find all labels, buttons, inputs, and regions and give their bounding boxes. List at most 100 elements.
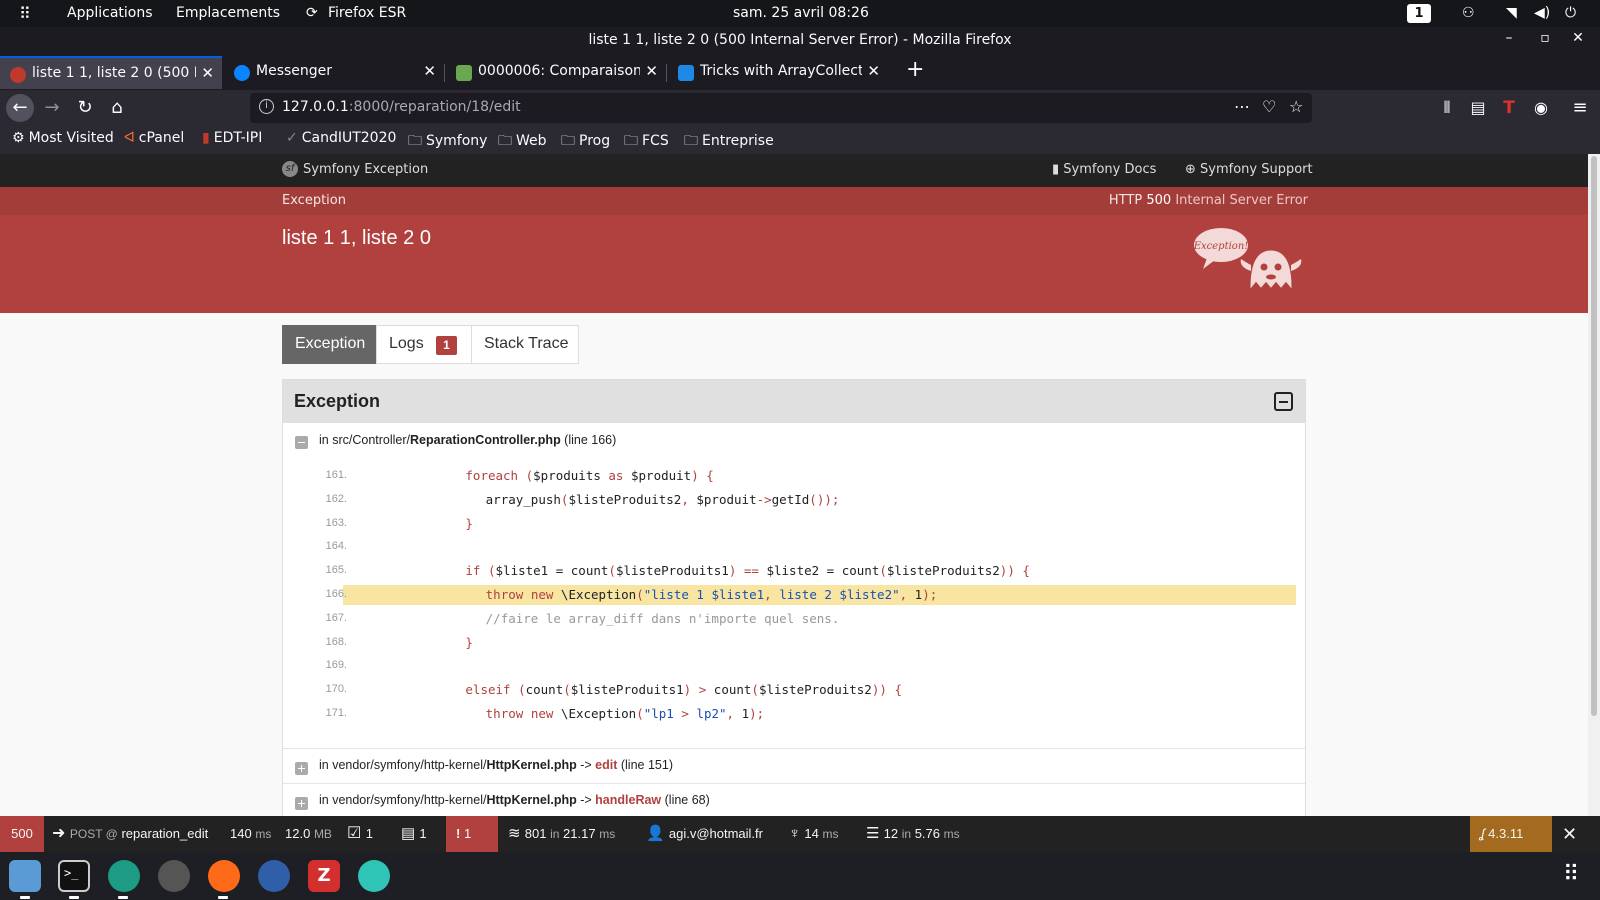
- files-icon[interactable]: [9, 860, 41, 892]
- toolbar-logs[interactable]: ▤ 1: [401, 816, 427, 852]
- document-icon: ▤: [401, 825, 420, 842]
- minimize-icon[interactable]: –: [1498, 30, 1520, 52]
- extension-t-icon[interactable]: T: [1495, 94, 1523, 122]
- close-tab-icon[interactable]: ✕: [867, 62, 880, 80]
- volume-icon[interactable]: ◀): [1534, 5, 1550, 21]
- toolbar-errors[interactable]: ! 1: [446, 816, 498, 852]
- toolbar-cache[interactable]: ≋ 801 in 21.17 ms: [508, 816, 615, 852]
- metasploit-icon[interactable]: [158, 860, 190, 892]
- tab-stack-trace[interactable]: Stack Trace: [471, 325, 579, 364]
- book-icon: ▮: [1052, 162, 1064, 177]
- tab-logs[interactable]: Logs 1: [376, 325, 472, 364]
- mail-icon[interactable]: [358, 860, 390, 892]
- trace-frame-location[interactable]: in vendor/symfony/http-kernel/HttpKernel…: [319, 793, 710, 807]
- tab-messenger[interactable]: Messenger ✕: [224, 56, 444, 89]
- bookmark-star-icon[interactable]: ☆: [1289, 97, 1303, 116]
- collapse-frame-icon[interactable]: [295, 436, 308, 449]
- new-tab-icon[interactable]: +: [906, 57, 924, 82]
- url-text[interactable]: 127.0.0.1:8000/reparation/18/edit: [282, 99, 521, 115]
- line-number: 166.: [325, 588, 347, 600]
- atom-editor-icon[interactable]: [108, 860, 140, 892]
- firefox-icon[interactable]: [208, 860, 240, 892]
- bookmark-folder-prog[interactable]: 🗀 Prog: [561, 130, 610, 154]
- applications-menu[interactable]: Applications: [67, 5, 153, 21]
- clock[interactable]: sam. 25 avril 08:26: [733, 5, 869, 21]
- toolbar-status-code[interactable]: 500: [0, 816, 44, 852]
- power-icon[interactable]: ⏻: [1565, 5, 1576, 21]
- bookmark-folder-symfony[interactable]: 🗀 Symfony: [408, 130, 487, 154]
- toolbar-twig[interactable]: ♆ 14 ms: [789, 816, 839, 852]
- collapse-toggle-icon[interactable]: [1274, 392, 1293, 411]
- folder-icon: 🗀: [624, 133, 638, 149]
- close-tab-icon[interactable]: ✕: [645, 62, 658, 80]
- database-icon: ☰: [866, 825, 884, 842]
- workspace-indicator[interactable]: 1: [1407, 4, 1431, 23]
- forward-icon[interactable]: →: [38, 94, 66, 122]
- checkbox-icon: ☑: [347, 825, 366, 842]
- tab-mantis[interactable]: 0000006: Comparaison des listes ✕: [446, 56, 666, 89]
- exception-panel-header[interactable]: Exception: [283, 380, 1305, 423]
- home-icon[interactable]: ⌂: [103, 94, 131, 122]
- app-grid-icon[interactable]: ⠿: [19, 4, 31, 23]
- code-line: 163.}: [326, 514, 1296, 534]
- toolbar-forms[interactable]: ☑ 1: [347, 816, 373, 852]
- tab-exception-view[interactable]: Exception: [282, 325, 377, 364]
- filezilla-icon[interactable]: Z: [308, 860, 340, 892]
- expand-frame-icon[interactable]: [295, 762, 308, 775]
- close-window-icon[interactable]: ✕: [1567, 30, 1589, 52]
- wifi-icon[interactable]: ◥: [1506, 5, 1517, 21]
- bookmark-folder-fcs[interactable]: 🗀 FCS: [624, 130, 669, 154]
- support-link[interactable]: ⊕ Symfony Support: [1185, 162, 1313, 177]
- code-line: 169.: [326, 656, 1296, 676]
- toolbar-database[interactable]: ☰ 12 in 5.76 ms: [866, 816, 960, 852]
- bookmark-folder-web[interactable]: 🗀 Web: [498, 130, 547, 154]
- active-app-menu[interactable]: Firefox ESR: [328, 5, 406, 21]
- account-icon[interactable]: ◉: [1527, 94, 1555, 122]
- maximize-icon[interactable]: ▫: [1534, 30, 1556, 52]
- back-icon[interactable]: ←: [6, 94, 34, 122]
- toolbar-memory[interactable]: 12.0 MB: [285, 816, 332, 852]
- code-text: array_push($listeProduits2, $produit->ge…: [470, 491, 840, 507]
- tab-exception[interactable]: liste 1 1, liste 2 0 (500 Internal Serve…: [0, 56, 222, 89]
- pocket-icon[interactable]: ♡: [1262, 97, 1276, 116]
- url-path: :8000/reparation/18/edit: [348, 99, 521, 115]
- code-text: throw new \Exception("liste 1 $liste1, l…: [485, 587, 938, 602]
- site-info-icon[interactable]: i: [259, 99, 274, 114]
- hamburger-menu-icon[interactable]: ≡: [1566, 94, 1594, 122]
- expand-frame-icon[interactable]: [295, 797, 308, 810]
- toolbar-time[interactable]: 140 ms: [230, 816, 271, 852]
- toolbar-request[interactable]: ➜ POST @ reparation_edit: [52, 816, 208, 852]
- places-menu[interactable]: Emplacements: [176, 5, 280, 21]
- url-bar[interactable]: i 127.0.0.1:8000/reparation/18/edit ⋯ ♡ …: [250, 93, 1312, 123]
- system-monitor-icon[interactable]: [258, 860, 290, 892]
- toolbar-user[interactable]: 👤 agi.v@hotmail.fr: [646, 816, 763, 852]
- scrollbar-thumb[interactable]: [1591, 156, 1597, 716]
- bookmark-edt-ipi[interactable]: ▮ EDT-IPI: [202, 130, 262, 146]
- close-tab-icon[interactable]: ✕: [201, 64, 214, 82]
- terminal-icon[interactable]: >_: [58, 860, 90, 892]
- tab-tricks[interactable]: Tricks with ArrayCollection ✕: [668, 56, 888, 89]
- line-number: 169.: [325, 659, 347, 672]
- bookmark-cpanel[interactable]: ᐊ cPanel: [124, 130, 184, 146]
- people-icon[interactable]: ⚇: [1462, 5, 1475, 21]
- reload-icon[interactable]: ↻: [71, 94, 99, 122]
- docs-link[interactable]: ▮ Symfony Docs: [1052, 162, 1156, 177]
- bookmark-most-visited[interactable]: ⚙ Most Visited: [12, 130, 114, 146]
- firefox-app-icon: ⟳: [306, 5, 318, 21]
- bookmark-folder-entreprise[interactable]: 🗀 Entreprise: [684, 130, 774, 154]
- show-apps-icon[interactable]: ⠿: [1563, 862, 1579, 887]
- page-scrollbar[interactable]: [1588, 154, 1600, 816]
- library-icon[interactable]: ⫴: [1433, 94, 1461, 122]
- code-line: 167. //faire le array_diff dans n'import…: [326, 609, 1296, 629]
- toolbar-symfony-version[interactable]: ʆ 4.3.11: [1470, 816, 1552, 852]
- code-line: 165. if ($liste1 = count($listeProduits1)…: [326, 561, 1296, 581]
- sidebar-icon[interactable]: ▤: [1464, 94, 1492, 122]
- url-host: 127.0.0.1: [282, 99, 349, 115]
- close-tab-icon[interactable]: ✕: [423, 62, 436, 80]
- page-actions-icon[interactable]: ⋯: [1234, 97, 1250, 116]
- bookmark-candiut[interactable]: ✓ CandIUT2020: [286, 130, 396, 146]
- trace-frame-location[interactable]: in vendor/symfony/http-kernel/HttpKernel…: [319, 758, 673, 772]
- toolbar-close-icon[interactable]: ✕: [1562, 816, 1577, 852]
- trace-frame: in vendor/symfony/http-kernel/HttpKernel…: [283, 783, 1305, 816]
- trace-frame-location[interactable]: in src/Controller/ReparationController.p…: [319, 433, 616, 447]
